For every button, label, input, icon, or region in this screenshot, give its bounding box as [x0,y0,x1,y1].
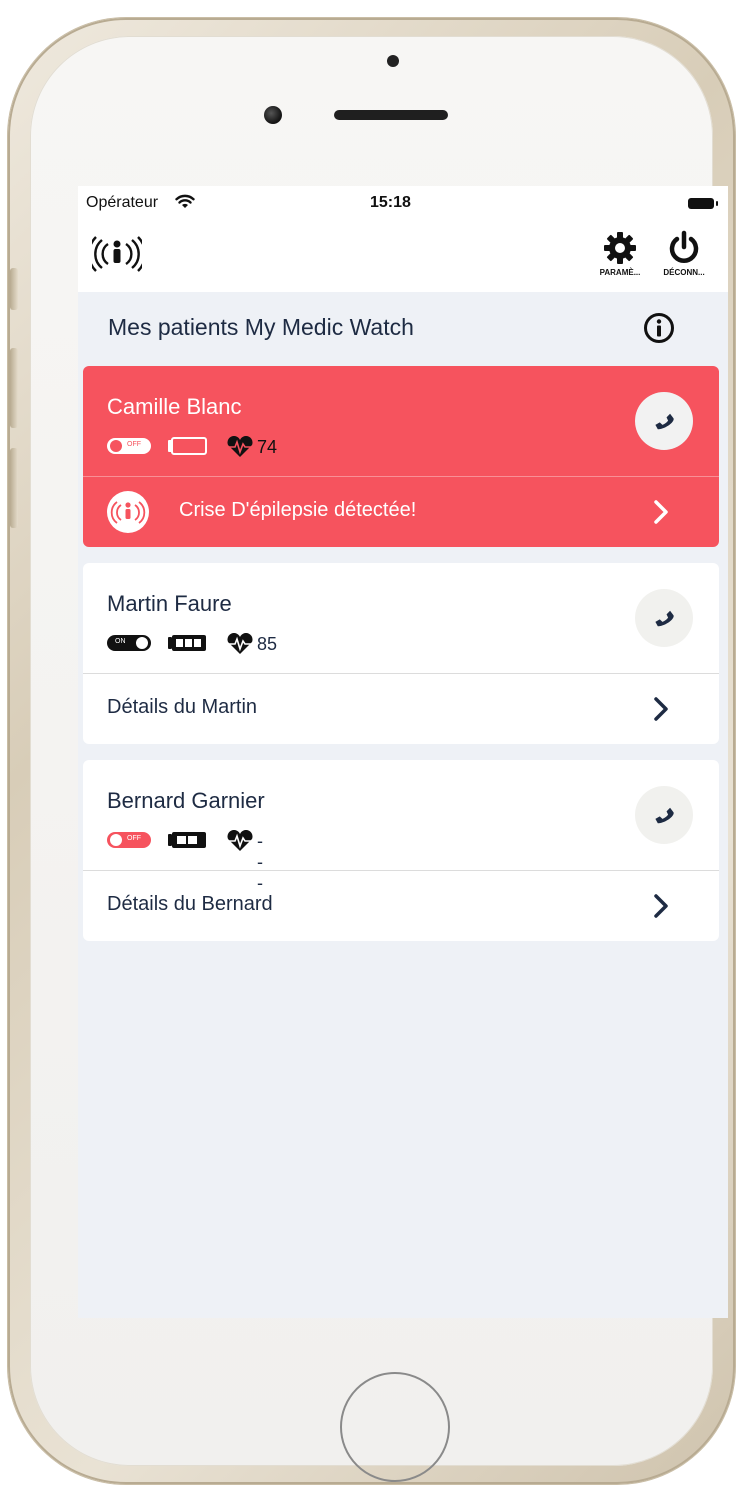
info-icon[interactable] [643,312,675,344]
patient-card-bernard: Bernard Garnier OFF --- Détails du Berna… [83,760,719,941]
person-broadcast-icon [87,234,147,274]
call-button[interactable] [635,589,693,647]
volume-up-button [10,348,18,428]
patient-header[interactable]: Bernard Garnier OFF --- [83,760,719,893]
heart-rate-value: 74 [257,437,278,457]
clock: 15:18 [370,194,411,211]
heart-rate-value: 85 [257,634,278,654]
patient-header[interactable]: Camille Blanc OFF 74 [83,366,719,476]
details-row[interactable]: Détails du Martin [83,674,719,744]
alert-row[interactable]: Crise D'épilepsie détectée! [83,477,719,547]
logout-label: DÉCONN... [663,268,705,277]
carrier-label: Opérateur [86,194,159,211]
front-camera [264,106,282,124]
section-header: Mes patients My Medic Watch [78,292,728,364]
phone-icon [655,610,674,627]
details-row[interactable]: Détails du Bernard [83,871,719,941]
nav-bar: PARAMÈ... DÉCONN... [78,222,728,292]
toggle-knob [110,834,122,846]
battery-icon [167,634,207,652]
settings-label: PARAMÈ... [599,268,641,277]
alert-message: Crise D'épilepsie détectée! [179,499,417,521]
wifi-icon [175,194,195,215]
chevron-right-icon [654,697,668,721]
phone-icon [655,807,674,824]
volume-down-button [10,448,18,528]
patient-card-camille: Camille Blanc OFF 74 Crise D'épilepsie d… [83,366,719,547]
patient-name: Martin Faure [107,591,232,616]
toggle-knob [110,440,122,452]
gear-icon [604,232,636,264]
heart-pulse-icon [225,633,255,655]
page-title: Mes patients My Medic Watch [108,314,414,340]
status-bar: Opérateur 15:18 [78,186,728,222]
alert-person-broadcast-icon [107,491,149,533]
earpiece-speaker [334,110,448,120]
status-battery-icon [688,198,718,209]
patient-name: Bernard Garnier [107,788,265,813]
battery-icon [167,437,207,455]
toggle-label: OFF [127,835,141,842]
phone-icon [655,413,674,430]
chevron-right-icon [654,500,668,524]
heart-pulse-icon [225,436,255,458]
toggle-label: ON [115,638,126,645]
chevron-right-icon [654,894,668,918]
watch-toggle[interactable]: OFF [107,832,151,848]
call-button[interactable] [635,786,693,844]
power-icon [669,230,699,263]
patient-header[interactable]: Martin Faure ON 85 [83,563,719,673]
call-button[interactable] [635,392,693,450]
details-label: Détails du Martin [107,696,258,718]
patient-card-martin: Martin Faure ON 85 Détails du Martin [83,563,719,744]
home-button[interactable] [340,1372,450,1482]
watch-toggle[interactable]: ON [107,635,151,651]
settings-button[interactable]: PARAMÈ... [590,230,650,288]
watch-toggle[interactable]: OFF [107,438,151,454]
logout-button[interactable]: DÉCONN... [654,230,714,288]
mute-switch [10,268,18,310]
heart-pulse-icon [225,830,255,852]
toggle-knob [136,637,148,649]
details-label: Détails du Bernard [107,893,273,915]
battery-icon [167,831,207,849]
app-screen: Opérateur 15:18 PARAMÈ... DÉCONN... Mes … [78,186,728,1318]
patient-name: Camille Blanc [107,394,242,419]
toggle-label: OFF [127,441,141,448]
proximity-sensor [387,55,399,67]
